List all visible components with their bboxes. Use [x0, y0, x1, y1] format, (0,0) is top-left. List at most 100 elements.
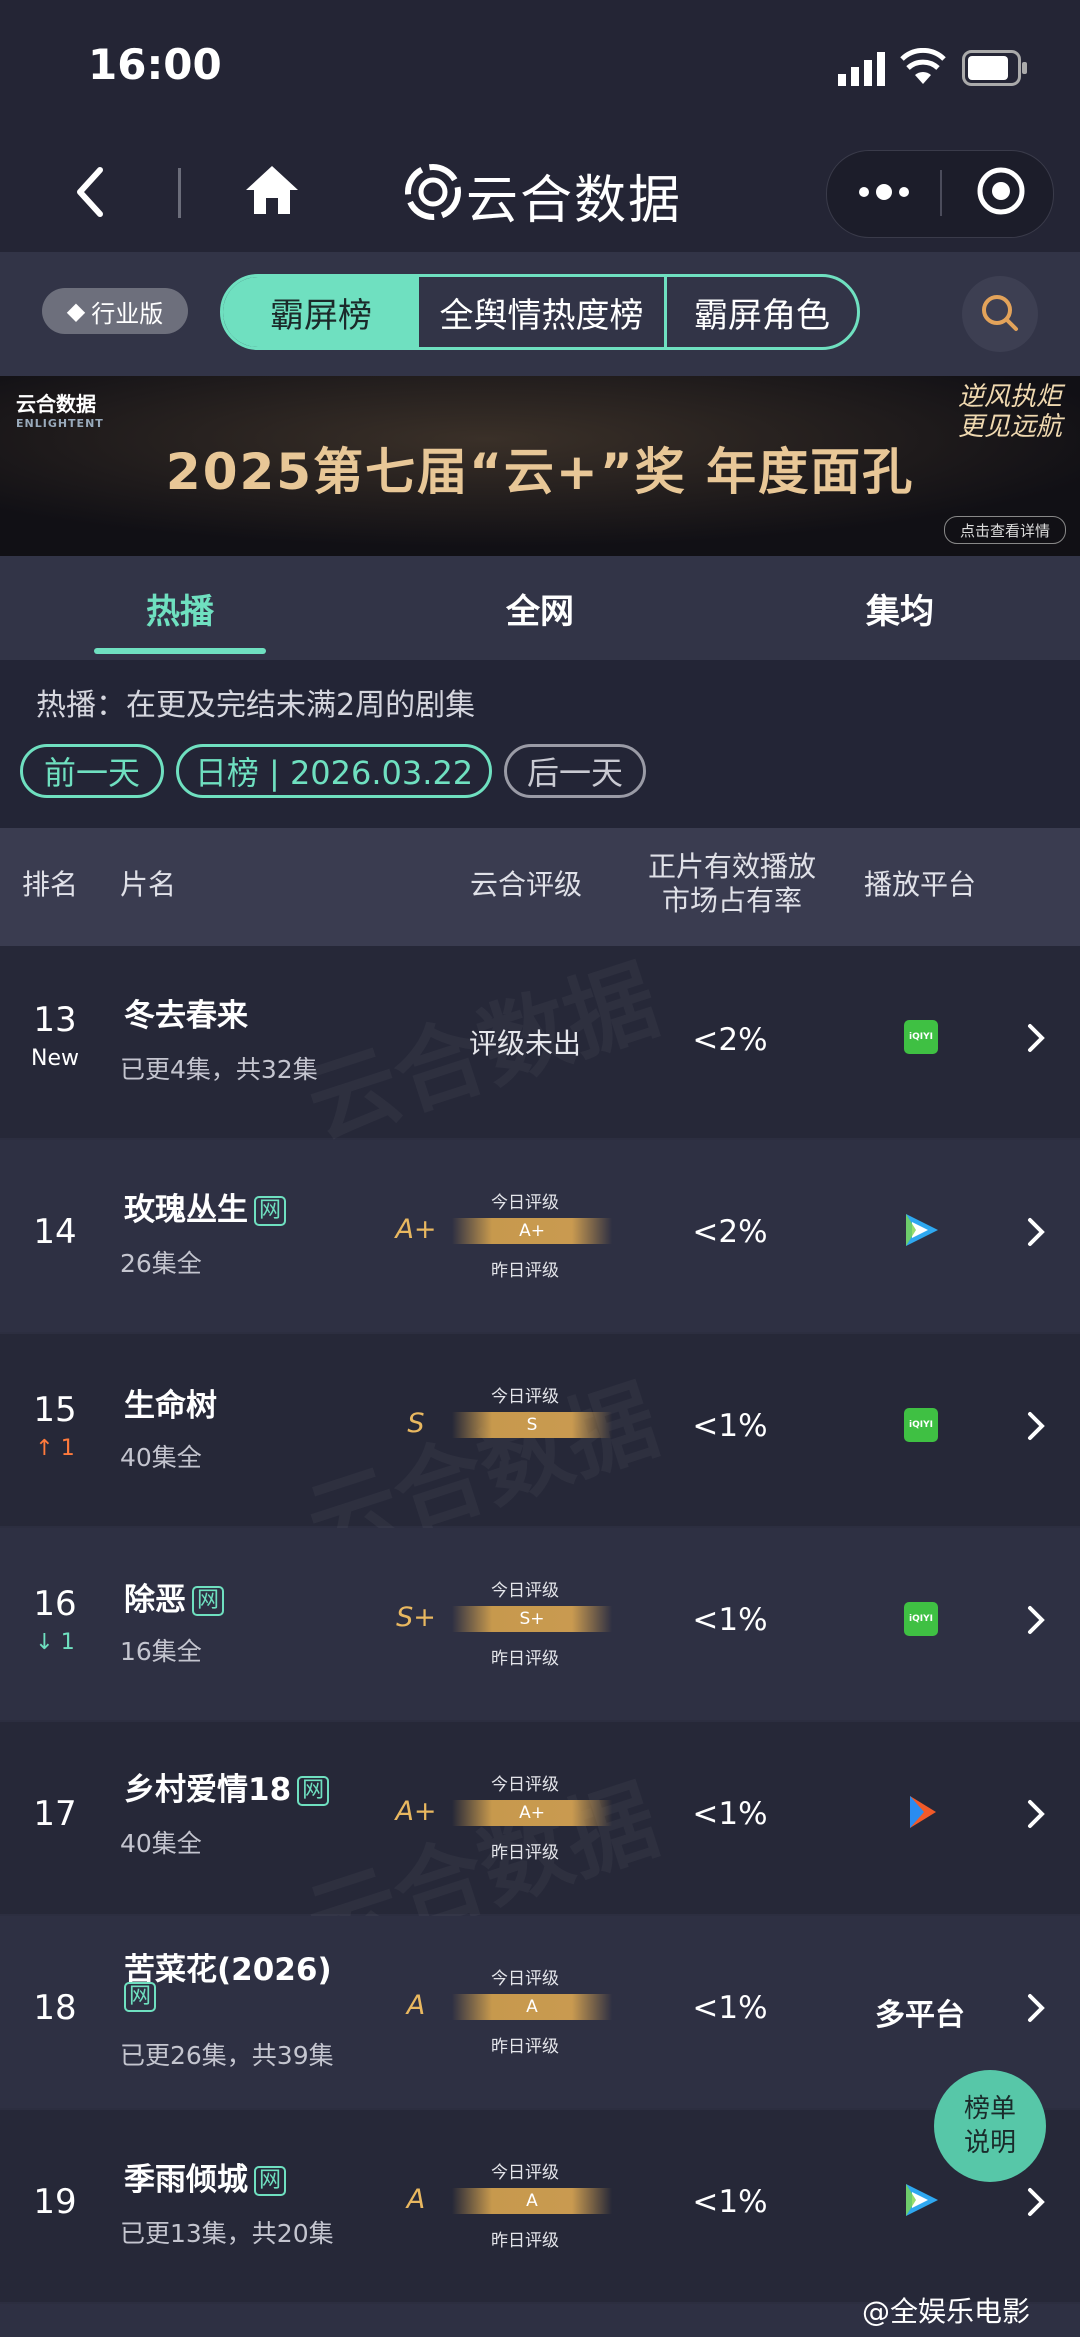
- rating-bar: S+: [452, 1606, 612, 1632]
- rating-bar: S: [452, 1412, 612, 1438]
- header-rank: 排名: [22, 868, 79, 901]
- row-rank: 15: [33, 1390, 77, 1430]
- tab-sentiment-heat[interactable]: 全舆情热度榜: [419, 277, 667, 347]
- rating-bar-grade: A+: [519, 1221, 545, 1241]
- next-day-button[interactable]: 后一天: [504, 744, 646, 798]
- web-drama-badge: 网: [254, 1196, 287, 1226]
- row-grade: A+: [395, 1214, 437, 1245]
- header-platform: 播放平台: [864, 868, 977, 901]
- rating-bar-grade: S: [526, 1415, 538, 1435]
- banner-brand-en: ENLIGHTENT: [16, 417, 104, 430]
- tab-all-network[interactable]: 全网: [454, 556, 626, 660]
- today-rating-label: 今日评级: [491, 1775, 559, 1795]
- app-title: 云合数据: [466, 171, 683, 231]
- back-icon[interactable]: [70, 162, 110, 222]
- tab-episode-average[interactable]: 集均: [814, 556, 986, 660]
- chevron-right-icon[interactable]: [1026, 1022, 1046, 1054]
- row-grade: S+: [396, 1602, 436, 1633]
- list-explanation-button[interactable]: 榜单 说明: [934, 2070, 1046, 2182]
- rating-bar: A: [452, 2188, 612, 2214]
- row-share: <1%: [692, 2184, 768, 2220]
- row-share: <2%: [692, 1214, 768, 1250]
- rating-bar: A+: [452, 1800, 612, 1826]
- row-platform-multi: 多平台: [875, 1998, 965, 2033]
- chevron-right-icon[interactable]: [1026, 1216, 1046, 1248]
- app-logo-icon: [405, 164, 461, 220]
- row-episodes: 已更13集，共20集: [120, 2219, 334, 2248]
- row-grade: A+: [395, 1796, 437, 1827]
- nav-divider: [178, 168, 181, 218]
- row-rank-change: New: [31, 1046, 79, 1071]
- row-rank: 17: [33, 1794, 77, 1834]
- rating-bar-grade: A+: [519, 1803, 545, 1823]
- iqiyi-icon: iQIYI: [904, 1602, 938, 1636]
- rating-bar: A+: [452, 1218, 612, 1244]
- row-title: 冬去春来: [124, 998, 248, 1034]
- banner-brand: 云合数据 ENLIGHTENT: [16, 388, 104, 430]
- row-episodes: 已更26集，共39集: [120, 2041, 334, 2070]
- banner-slogan: 逆风执炬 更见远航: [957, 382, 1062, 442]
- iqiyi-icon: iQIYI: [904, 1020, 938, 1054]
- row-grade: A: [406, 1990, 426, 2021]
- row-share: <1%: [692, 1990, 768, 2026]
- row-rank-change: ↓ 1: [35, 1630, 75, 1655]
- chevron-right-icon[interactable]: [1026, 1798, 1046, 1830]
- row-grade: S: [407, 1408, 425, 1439]
- status-time: 16:00: [88, 40, 222, 89]
- today-rating-label: 今日评级: [491, 2163, 559, 2183]
- more-icon[interactable]: [856, 180, 912, 204]
- row-rank: 18: [33, 1988, 77, 2028]
- row-episodes: 已更4集，共32集: [120, 1055, 318, 1084]
- banner-details-button[interactable]: 点击查看详情: [944, 516, 1066, 544]
- close-target-icon[interactable]: [976, 166, 1026, 216]
- row-title-text: 季雨倾城: [124, 2162, 248, 2198]
- tab-hot[interactable]: 热播: [94, 556, 266, 660]
- rating-bar-grade: A: [526, 1997, 538, 2017]
- tab-dominance-list[interactable]: 霸屏榜: [223, 277, 419, 347]
- row-share: <2%: [692, 1022, 768, 1058]
- header-share: 正片有效播放 市场占有率: [636, 850, 828, 918]
- list-description: 热播：在更及完结未满2周的剧集: [36, 688, 476, 723]
- web-drama-badge: 网: [297, 1776, 330, 1806]
- row-title: 生命树: [124, 1388, 217, 1424]
- signal-icon: [838, 52, 885, 86]
- row-rank: 13: [33, 1000, 77, 1040]
- rating-bar-grade: A: [526, 2191, 538, 2211]
- rating-bar-grade: S+: [519, 1609, 545, 1629]
- chevron-right-icon[interactable]: [1026, 1410, 1046, 1442]
- today-rating-label: 今日评级: [491, 1193, 559, 1213]
- chevron-right-icon[interactable]: [1026, 2186, 1046, 2218]
- today-rating-label: 今日评级: [491, 1387, 559, 1407]
- rating-bar: A: [452, 1994, 612, 2020]
- search-button[interactable]: [962, 276, 1038, 352]
- diamond-icon: ◆: [66, 297, 86, 325]
- tencent-video-icon: [906, 2184, 938, 2216]
- prev-day-button[interactable]: 前一天: [20, 744, 164, 798]
- active-tab-indicator: [94, 648, 266, 654]
- battery-icon: [962, 50, 1027, 86]
- row-rank: 16: [33, 1584, 77, 1624]
- home-icon[interactable]: [244, 164, 300, 216]
- industry-label: 行业版: [91, 299, 164, 328]
- youku-icon: [910, 1796, 936, 1828]
- row-rank-change: ↑ 1: [35, 1436, 75, 1461]
- capsule-divider: [940, 170, 942, 216]
- fab-line1: 榜单: [963, 2094, 1016, 2124]
- row-grade: A: [406, 2184, 426, 2215]
- date-selector[interactable]: 日榜 | 2026.03.22: [176, 744, 492, 798]
- yesterday-rating-label: 昨日评级: [491, 1843, 559, 1863]
- row-title-badge-line: 网: [124, 1982, 157, 2012]
- row-rank: 14: [33, 1212, 77, 1252]
- header-rating: 云合评级: [470, 868, 583, 901]
- iqiyi-icon: iQIYI: [904, 1408, 938, 1442]
- header-share-line1: 正片有效播放: [647, 850, 816, 883]
- search-icon: [982, 295, 1018, 331]
- yesterday-rating-label: 昨日评级: [491, 1649, 559, 1669]
- web-drama-badge: 网: [192, 1586, 225, 1616]
- chevron-right-icon[interactable]: [1026, 1604, 1046, 1636]
- chevron-right-icon[interactable]: [1026, 1992, 1046, 2024]
- row-rating-pending: 评级未出: [468, 1027, 581, 1060]
- tab-dominance-roles[interactable]: 霸屏角色: [667, 277, 857, 347]
- industry-edition-badge[interactable]: ◆ 行业版: [42, 288, 188, 334]
- wifi-icon: [900, 48, 946, 84]
